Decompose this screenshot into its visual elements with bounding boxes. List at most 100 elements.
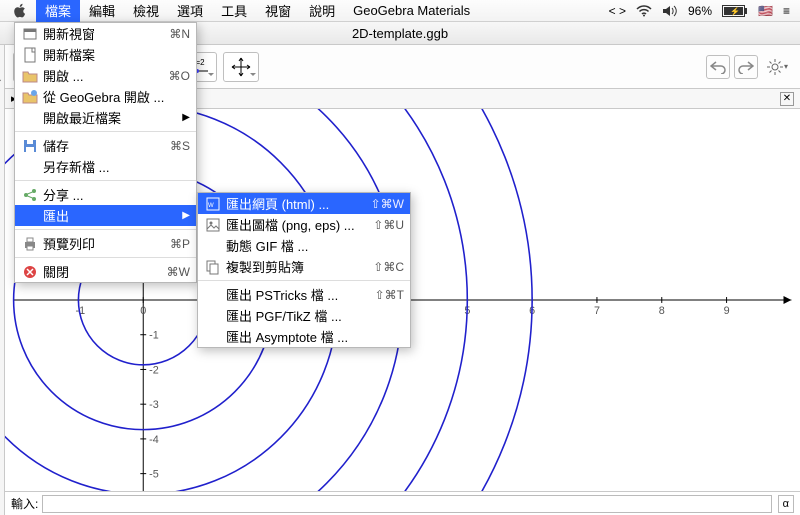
input-label: 輸入: <box>11 495 38 512</box>
file-menu-item-4[interactable]: 開啟最近檔案▶ <box>15 107 196 128</box>
file-menu-item-2[interactable]: 開啟 ...⌘O <box>15 65 196 86</box>
menu-item-label: 匯出 PSTricks 檔 ... <box>226 285 375 304</box>
apple-icon <box>12 3 28 19</box>
menu-extras-icon: ≡ <box>783 4 790 18</box>
shortcut: ⇧⌘U <box>373 218 404 232</box>
menu-options[interactable]: 選項 <box>168 0 212 22</box>
svg-text:⚡: ⚡ <box>730 6 740 16</box>
shortcut: ⇧⌘W <box>371 197 404 211</box>
html-icon: W <box>204 196 222 212</box>
export-menu-item-6[interactable]: 匯出 PGF/TikZ 檔 ... <box>198 305 410 326</box>
open-icon <box>21 68 39 84</box>
redo-button[interactable] <box>734 55 758 79</box>
menu-item-label: 匯出 Asymptote 檔 ... <box>226 327 404 346</box>
file-menu-item-7[interactable]: 另存新檔 ... <box>15 156 196 177</box>
menu-file[interactable]: 檔案 <box>36 0 80 22</box>
shortcut: ⌘S <box>170 139 190 153</box>
flag-icon: 🇺🇸 <box>758 4 773 18</box>
menu-item-label: 複製到剪貼簿 <box>226 257 373 276</box>
shortcut: ⇧⌘C <box>373 260 404 274</box>
window-title: 2D-template.ggb <box>352 26 448 41</box>
file-menu-item-14[interactable]: 關閉⌘W <box>15 261 196 282</box>
status-area: < > 96% ⚡ 🇺🇸 ≡ <box>609 4 796 18</box>
share-icon <box>21 187 39 203</box>
menu-help[interactable]: 說明 <box>300 0 344 22</box>
file-menu-item-9[interactable]: 分享 ... <box>15 184 196 205</box>
file-menu-dropdown: 開新視窗⌘N開新檔案開啟 ...⌘O從 GeoGebra 開啟 ...開啟最近檔… <box>14 22 197 283</box>
menu-item-label: 儲存 <box>43 136 170 155</box>
menu-item-label: 匯出圖檔 (png, eps) ... <box>226 215 373 234</box>
blank-icon <box>21 159 39 175</box>
menu-item-label: 匯出 <box>43 206 182 225</box>
input-field[interactable] <box>42 495 771 513</box>
menu-item-label: 動態 GIF 檔 ... <box>226 236 404 255</box>
tool-move[interactable] <box>223 52 259 82</box>
save-icon <box>21 138 39 154</box>
blank-icon <box>21 208 39 224</box>
menu-tools[interactable]: 工具 <box>212 0 256 22</box>
svg-text:W: W <box>208 203 214 209</box>
undo-button[interactable] <box>706 55 730 79</box>
svg-text:-2: -2 <box>149 364 159 376</box>
alpha-button[interactable]: α <box>778 495 794 513</box>
close-panel-button[interactable]: ✕ <box>780 92 794 106</box>
menu-item-label: 開啟最近檔案 <box>43 108 182 127</box>
menu-item-label: 開啟 ... <box>43 66 169 85</box>
menu-window[interactable]: 視窗 <box>256 0 300 22</box>
close-icon <box>21 264 39 280</box>
file-menu-item-10[interactable]: 匯出▶ <box>15 205 196 226</box>
menubar: 檔案 編輯 檢視 選項 工具 視窗 說明 GeoGebra Materials … <box>0 0 800 22</box>
open-ggb-icon <box>21 89 39 105</box>
print-icon <box>21 236 39 252</box>
menu-item-label: 開新視窗 <box>43 24 169 43</box>
menu-edit[interactable]: 編輯 <box>80 0 124 22</box>
shortcut: ⇧⌘T <box>375 288 404 302</box>
blank-icon <box>204 238 222 254</box>
blank-icon <box>204 287 222 303</box>
svg-text:-3: -3 <box>149 399 159 411</box>
svg-text:-5: -5 <box>149 469 159 481</box>
blank-icon <box>21 110 39 126</box>
blank-icon <box>204 308 222 324</box>
shortcut: ⌘N <box>169 27 190 41</box>
export-menu-item-2[interactable]: 動態 GIF 檔 ... <box>198 235 410 256</box>
menu-materials[interactable]: GeoGebra Materials <box>344 0 479 22</box>
export-menu-item-0[interactable]: W 匯出網頁 (html) ...⇧⌘W <box>198 193 410 214</box>
new-file-icon <box>21 47 39 63</box>
code-icon: < > <box>609 4 626 18</box>
menu-item-label: 匯出網頁 (html) ... <box>226 194 371 213</box>
blank-icon <box>204 329 222 345</box>
settings-gear[interactable]: ▾ <box>762 55 792 79</box>
export-menu-item-7[interactable]: 匯出 Asymptote 檔 ... <box>198 326 410 347</box>
menu-item-label: 關閉 <box>43 262 167 281</box>
file-menu-item-6[interactable]: 儲存⌘S <box>15 135 196 156</box>
volume-icon <box>662 5 678 17</box>
menu-item-label: 匯出 PGF/TikZ 檔 ... <box>226 306 404 325</box>
svg-text:7: 7 <box>594 305 600 317</box>
menu-view[interactable]: 檢視 <box>124 0 168 22</box>
input-bar: 輸入: α <box>5 491 800 515</box>
file-menu-item-1[interactable]: 開新檔案 <box>15 44 196 65</box>
export-menu-item-1[interactable]: 匯出圖檔 (png, eps) ...⇧⌘U <box>198 214 410 235</box>
svg-text:0: 0 <box>140 305 146 317</box>
export-menu-item-5[interactable]: 匯出 PSTricks 檔 ...⇧⌘T <box>198 284 410 305</box>
img-icon <box>204 217 222 233</box>
battery-icon: ⚡ <box>722 5 748 17</box>
menu-item-label: 分享 ... <box>43 185 190 204</box>
file-menu-item-0[interactable]: 開新視窗⌘N <box>15 23 196 44</box>
menu-item-label: 另存新檔 ... <box>43 157 190 176</box>
export-submenu: W匯出網頁 (html) ...⇧⌘W匯出圖檔 (png, eps) ...⇧⌘… <box>197 192 411 348</box>
menu-item-label: 開新檔案 <box>43 45 190 64</box>
copy-icon <box>204 259 222 275</box>
submenu-arrow-icon: ▶ <box>182 112 190 123</box>
shortcut: ⌘O <box>169 69 190 83</box>
menu-item-label: 從 GeoGebra 開啟 ... <box>43 87 190 106</box>
new-window-icon <box>21 26 39 42</box>
submenu-arrow-icon: ▶ <box>182 210 190 221</box>
file-menu-item-3[interactable]: 從 GeoGebra 開啟 ... <box>15 86 196 107</box>
expand-arrow-icon[interactable]: ▸ <box>0 71 1 91</box>
export-menu-item-3[interactable]: 複製到剪貼簿⇧⌘C <box>198 256 410 277</box>
menu-item-label: 預覽列印 <box>43 234 170 253</box>
battery-pct: 96% <box>688 4 712 18</box>
file-menu-item-12[interactable]: 預覽列印⌘P <box>15 233 196 254</box>
